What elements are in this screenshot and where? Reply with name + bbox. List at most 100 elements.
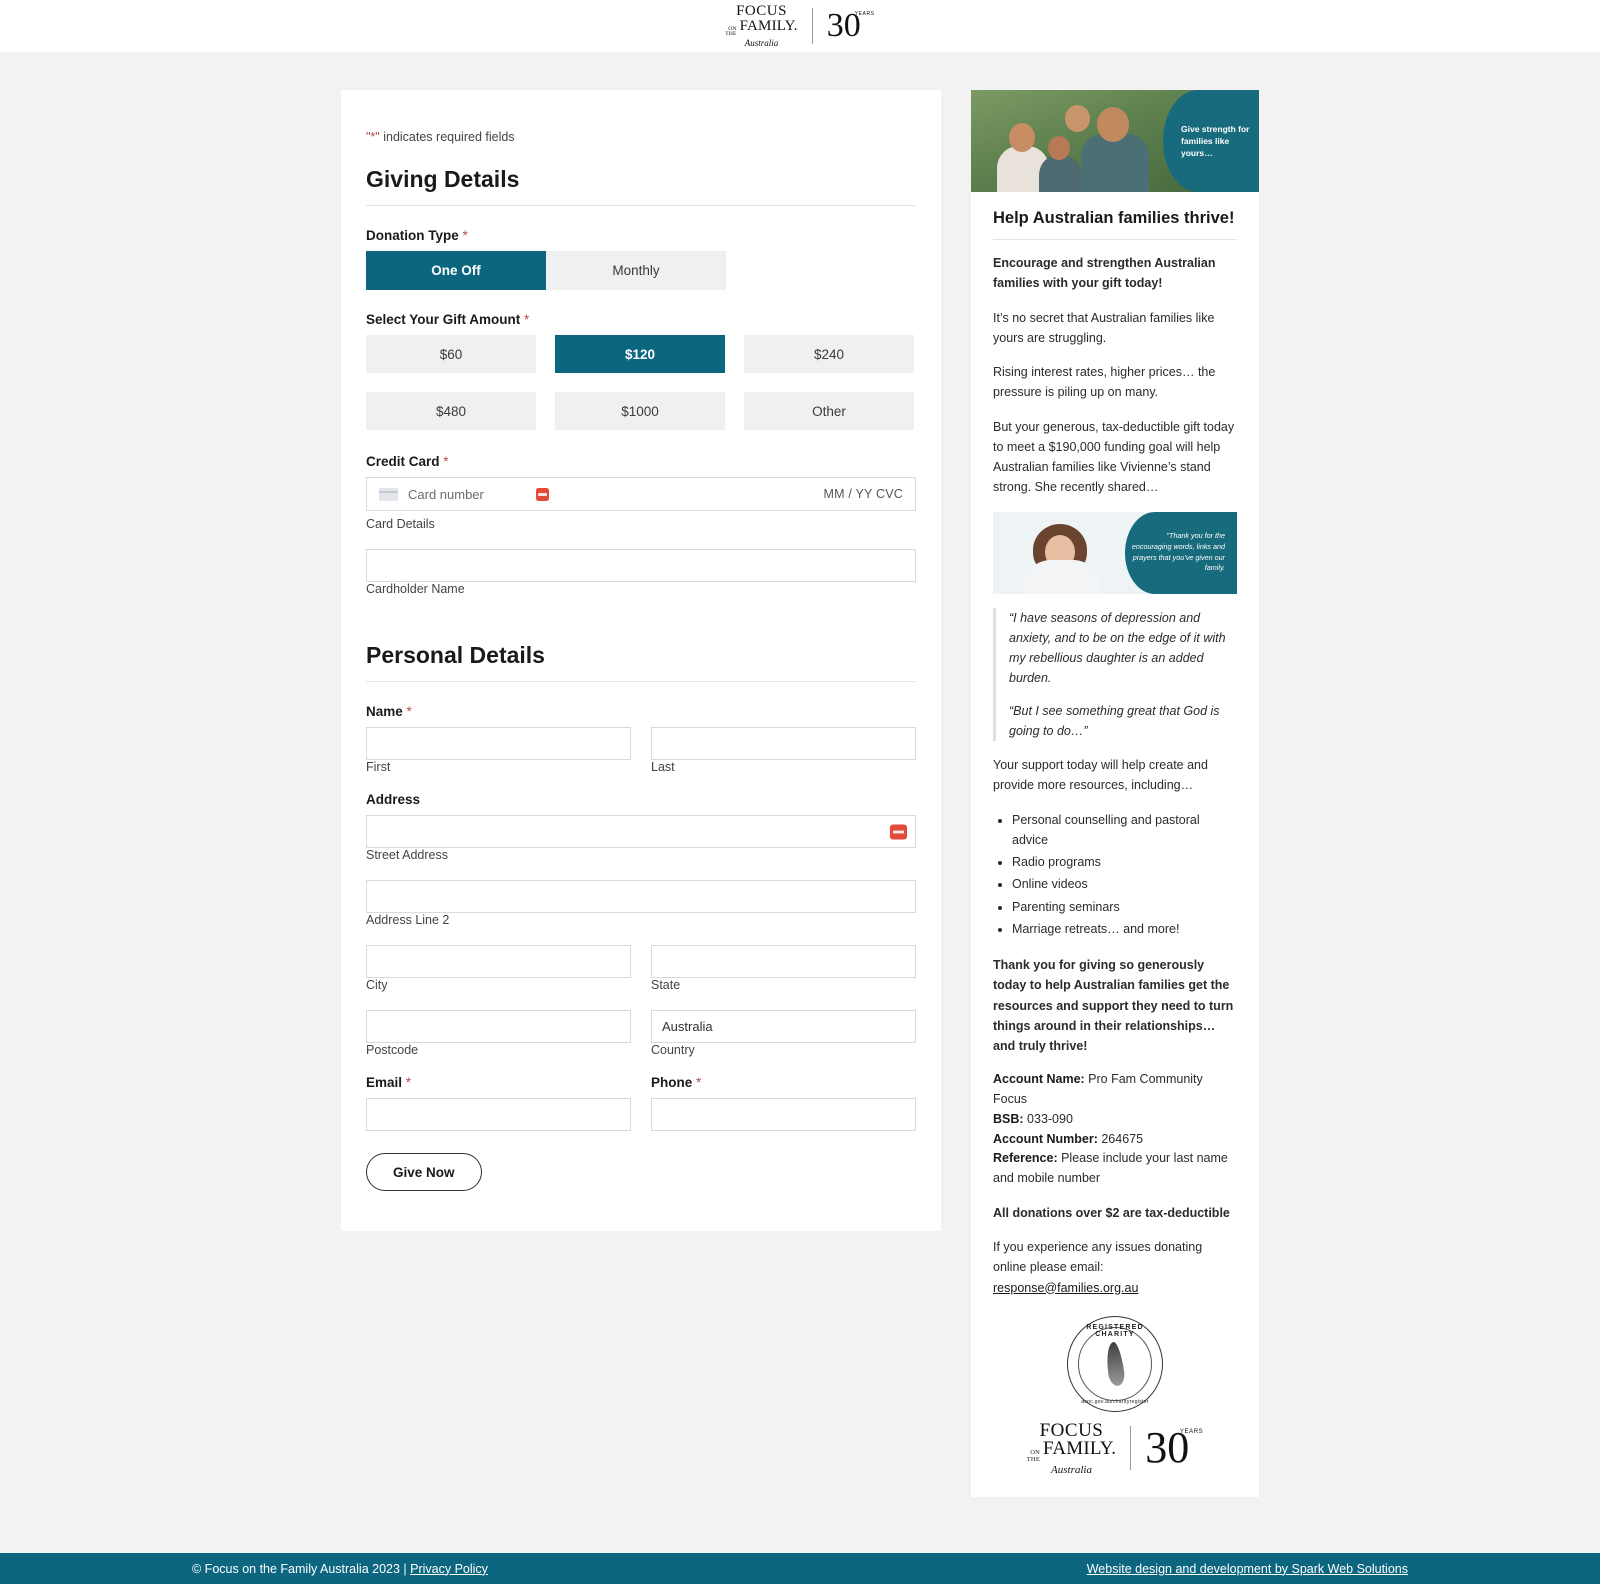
card-number-field[interactable]: Card number MM / YY CVC: [366, 477, 916, 511]
bank-account-details: Account Name: Pro Fam Community Focus BS…: [993, 1070, 1237, 1189]
country-input[interactable]: [651, 1010, 916, 1043]
anniversary-years-label: YEARS: [854, 10, 875, 17]
last-name-sublabel: Last: [651, 760, 675, 774]
sidebar-paragraph-2: Rising interest rates, higher prices… th…: [993, 365, 1216, 400]
credit-card-label: Credit Card *: [366, 454, 449, 469]
logo-line-focus: FOCUS: [736, 3, 787, 20]
card-details-sublabel: Card Details: [366, 517, 435, 531]
footer-copyright: © Focus on the Family Australia 2023 | P…: [192, 1562, 488, 1576]
appeal-sidebar: Give strength for families like yours… H…: [971, 90, 1259, 1498]
gift-amount-240[interactable]: $240: [744, 335, 914, 373]
card-number-placeholder: Card number: [408, 486, 484, 502]
city-sublabel: City: [366, 978, 388, 992]
donation-type-monthly[interactable]: Monthly: [546, 251, 726, 290]
street-address-input[interactable]: [366, 815, 916, 848]
sidebar-content: Help Australian families thrive! Encoura…: [971, 209, 1259, 1475]
anniversary-years-label: YEARS: [1179, 1429, 1204, 1436]
postcode-country-row: Postcode Country: [366, 1010, 916, 1075]
account-name-line: Account Name: Pro Fam Community Focus: [993, 1070, 1237, 1110]
city-group: City: [366, 945, 631, 1010]
list-item: Radio programs: [1012, 852, 1237, 872]
gift-amount-480[interactable]: $480: [366, 392, 536, 430]
logo-divider: [811, 7, 813, 44]
name-row: First Last: [366, 727, 916, 792]
bsb-label: BSB:: [993, 1111, 1024, 1126]
first-name-group: First: [366, 727, 631, 792]
focus-on-the-family-logo: FOCUS ON THE FAMILY. Australia: [725, 4, 797, 48]
registered-charity-seal-wrap: REGISTERED CHARITY acnc.gov.au/charityre…: [993, 1315, 1237, 1412]
site-footer: © Focus on the Family Australia 2023 | P…: [0, 1553, 1600, 1584]
logo-family-word: FAMILY.: [739, 17, 798, 34]
phone-input[interactable]: [651, 1098, 916, 1131]
logo-line-family: ON THE FAMILY.: [1027, 1437, 1117, 1464]
testimonial-quote-2: “But I see something great that God is g…: [1009, 703, 1220, 738]
hero-overlay-panel: Give strength for families like yours…: [1163, 90, 1259, 192]
credit-card-icon: [379, 487, 398, 501]
first-name-input[interactable]: [366, 727, 631, 760]
list-item: Marriage retreats… and more!: [1012, 919, 1237, 939]
phone-label: Phone *: [651, 1075, 702, 1090]
site-header: FOCUS ON THE FAMILY. Australia 30 YEARS: [0, 0, 1600, 52]
gift-amount-1000[interactable]: $1000: [555, 392, 725, 430]
donation-type-label: Donation Type *: [366, 228, 468, 243]
account-name-label: Account Name:: [993, 1072, 1085, 1087]
reference-label: Reference:: [993, 1151, 1058, 1166]
postcode-sublabel: Postcode: [366, 1043, 419, 1057]
account-number-label: Account Number:: [993, 1131, 1098, 1146]
required-marker: *: [406, 704, 412, 719]
sidebar-paragraph-1: It’s no secret that Australian families …: [993, 310, 1215, 345]
give-now-button[interactable]: Give Now: [366, 1153, 482, 1191]
copyright-text: © Focus on the Family Australia 2023 |: [192, 1561, 411, 1576]
gift-amount-120[interactable]: $120: [555, 335, 725, 373]
name-label: Name *: [366, 704, 412, 719]
email-phone-row: Email * Phone *: [366, 1075, 916, 1131]
cardholder-name-input[interactable]: [366, 549, 916, 582]
country-sublabel: Country: [651, 1043, 695, 1057]
support-email-link[interactable]: response@families.org.au: [993, 1281, 1138, 1295]
logo-on-the: ON THE: [725, 25, 737, 38]
privacy-policy-link[interactable]: Privacy Policy: [410, 1562, 488, 1576]
address-line-2-input[interactable]: [366, 880, 916, 913]
testimonial-quote-1: “I have seasons of depression and anxiet…: [1009, 610, 1226, 686]
card-expiry-cvc-placeholder: MM / YY CVC: [823, 487, 903, 501]
gift-amount-60[interactable]: $60: [366, 335, 536, 373]
postcode-input[interactable]: [366, 1010, 631, 1043]
seal-top-text: REGISTERED CHARITY: [1086, 1323, 1144, 1338]
email-input[interactable]: [366, 1098, 631, 1131]
resources-intro: Your support today will help create and …: [993, 758, 1208, 793]
sidebar-intro-bold: Encourage and strengthen Australian fami…: [993, 256, 1216, 291]
required-marker: *: [443, 454, 449, 469]
list-item: Personal counselling and pastoral advice: [1012, 810, 1237, 851]
logo-line-family: ON THE FAMILY.: [725, 17, 798, 39]
state-input[interactable]: [651, 945, 916, 978]
issues-text: If you experience any issues donating on…: [993, 1240, 1203, 1275]
resources-list: Personal counselling and pastoral advice…: [993, 810, 1237, 940]
donation-type-one-off[interactable]: One Off: [366, 251, 546, 290]
list-item: Parenting seminars: [1012, 897, 1237, 917]
email-group: Email *: [366, 1075, 631, 1131]
address-line-2-sublabel: Address Line 2: [366, 913, 450, 927]
logo-line-australia: Australia: [744, 38, 779, 49]
reference-line: Reference: Please include your last name…: [993, 1149, 1237, 1189]
required-marker: *: [405, 1075, 412, 1090]
required-marker: *: [462, 228, 468, 243]
last-name-input[interactable]: [651, 727, 916, 760]
password-manager-icon[interactable]: [535, 487, 549, 501]
sidebar-title-divider: [993, 239, 1237, 240]
gift-amount-other[interactable]: Other: [744, 392, 914, 430]
logo-family-word: FAMILY.: [1043, 1437, 1117, 1459]
sidebar-title: Help Australian families thrive!: [993, 209, 1235, 227]
anniversary-30-logo: 30 YEARS: [827, 8, 875, 43]
testimonial-overlay-text: "Thank you for the encouraging words, li…: [1131, 530, 1225, 573]
city-input[interactable]: [366, 945, 631, 978]
sidebar-paragraph-3: But your generous, tax-deductible gift t…: [993, 419, 1235, 495]
logo-line-australia: Australia: [1051, 1463, 1092, 1476]
bsb-line: BSB: 033-090: [993, 1110, 1237, 1130]
testimonial-overlay-panel: "Thank you for the encouraging words, li…: [1125, 511, 1237, 594]
personal-details-divider: [366, 681, 916, 682]
sidebar-brand-logo: FOCUS ON THE FAMILY. Australia 30 YEARS: [993, 1421, 1237, 1476]
password-manager-icon[interactable]: [890, 824, 907, 839]
focus-on-the-family-logo: FOCUS ON THE FAMILY. Australia: [1027, 1421, 1117, 1476]
brand-logo[interactable]: FOCUS ON THE FAMILY. Australia 30 YEARS: [725, 4, 874, 48]
web-credit-link[interactable]: Website design and development by Spark …: [1087, 1562, 1408, 1576]
